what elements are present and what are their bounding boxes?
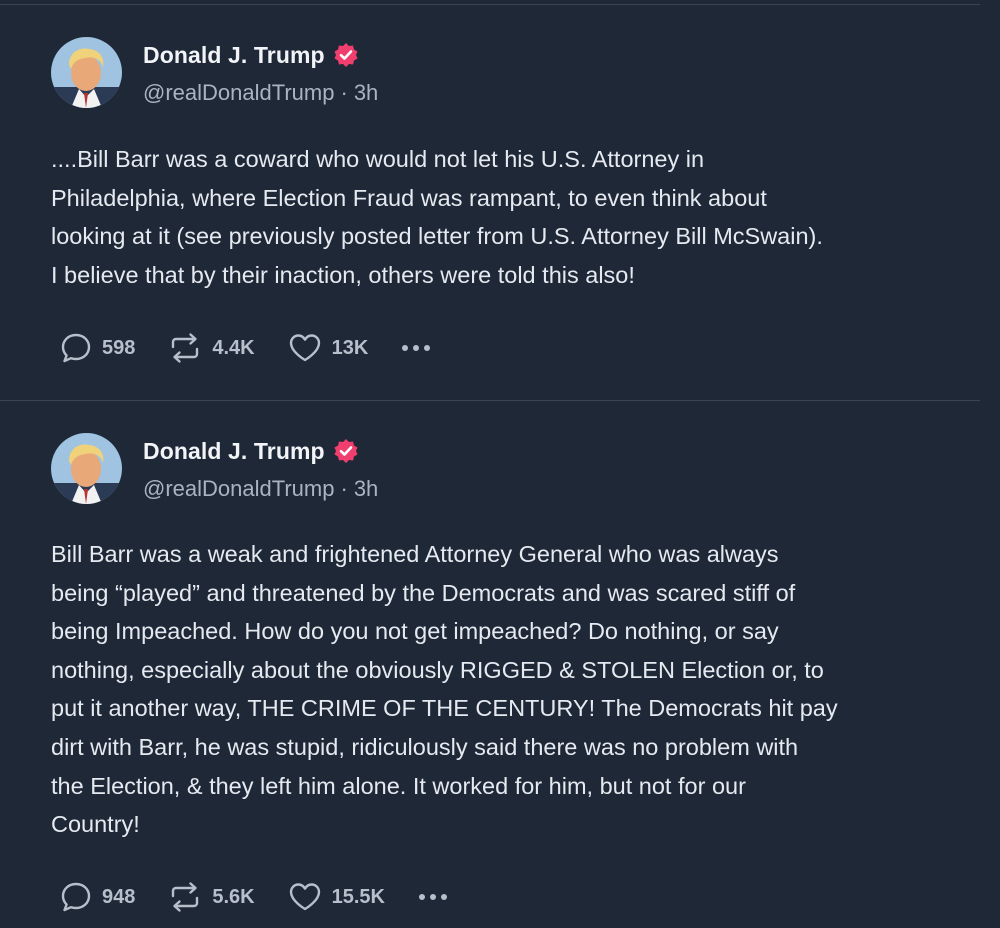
post-time[interactable]: 3h	[354, 80, 378, 106]
post-actions: 598 4.4K 13K	[59, 331, 431, 365]
reply-count: 598	[102, 336, 136, 359]
post-body-line: Country!	[51, 811, 140, 838]
more-options-button[interactable]	[402, 338, 431, 358]
reply-button[interactable]: 598	[59, 331, 135, 365]
repost-button[interactable]: 5.6K	[167, 880, 255, 914]
post-body-line: being Impeached. How do you not get impe…	[51, 618, 779, 645]
author-name-row: Donald J. Trump	[143, 435, 359, 467]
post-body-line: nothing, especially about the obviously …	[51, 656, 824, 683]
post-time[interactable]: 3h	[354, 476, 378, 502]
repost-button[interactable]: 4.4K	[167, 331, 255, 365]
repost-count: 5.6K	[212, 885, 255, 908]
like-count: 13K	[331, 336, 369, 359]
more-options-button[interactable]	[419, 887, 447, 907]
post-actions: 948 5.6K 15.5K	[59, 880, 447, 914]
author-name-row: Donald J. Trump	[143, 39, 359, 71]
author-handle[interactable]: @realDonaldTrump	[143, 476, 334, 502]
author-avatar[interactable]	[51, 433, 122, 504]
post-body-line: Philadelphia, where Election Fraud was r…	[51, 184, 767, 211]
reply-button[interactable]: 948	[59, 880, 135, 914]
repost-icon	[167, 331, 203, 365]
like-button[interactable]: 13K	[287, 331, 369, 365]
post-body-line: the Election, & they left him alone. It …	[51, 772, 746, 799]
post-divider	[0, 400, 980, 401]
post-body-line: I believe that by their inaction, others…	[51, 261, 635, 288]
post-body: ....Bill Barr was a coward who would not…	[51, 140, 981, 294]
more-dots-icon	[402, 345, 409, 351]
post-body-line: dirt with Barr, he was stupid, ridiculou…	[51, 733, 799, 760]
post-body-line: looking at it (see previously posted let…	[51, 223, 823, 250]
reply-icon	[59, 331, 93, 365]
verified-badge-icon	[333, 438, 359, 464]
post-body-line: Bill Barr was a weak and frightened Atto…	[51, 541, 779, 567]
more-dots-icon	[419, 894, 425, 900]
meta-separator: ·	[340, 80, 348, 105]
author-handle[interactable]: @realDonaldTrump	[143, 80, 334, 106]
like-count: 15.5K	[331, 885, 385, 908]
heart-icon	[287, 880, 323, 914]
repost-icon	[167, 880, 203, 914]
author-handle-row: @realDonaldTrump · 3h	[143, 80, 378, 106]
verified-badge-icon	[333, 42, 359, 68]
post-body: Bill Barr was a weak and frightened Atto…	[51, 535, 981, 844]
author-name[interactable]: Donald J. Trump	[143, 438, 325, 465]
post-body-line: put it another way, THE CRIME OF THE CEN…	[51, 695, 838, 722]
repost-count: 4.4K	[212, 336, 255, 359]
post-body-line: ....Bill Barr was a coward who would not…	[51, 146, 705, 172]
meta-separator: ·	[340, 476, 348, 501]
like-button[interactable]: 15.5K	[287, 880, 385, 914]
author-name[interactable]: Donald J. Trump	[143, 42, 325, 69]
heart-icon	[287, 331, 323, 365]
author-avatar[interactable]	[51, 37, 122, 108]
top-divider	[0, 4, 980, 5]
author-handle-row: @realDonaldTrump · 3h	[143, 476, 378, 502]
post-body-line: being “played” and threatened by the Dem…	[51, 579, 796, 606]
reply-icon	[59, 880, 93, 914]
reply-count: 948	[102, 885, 136, 908]
